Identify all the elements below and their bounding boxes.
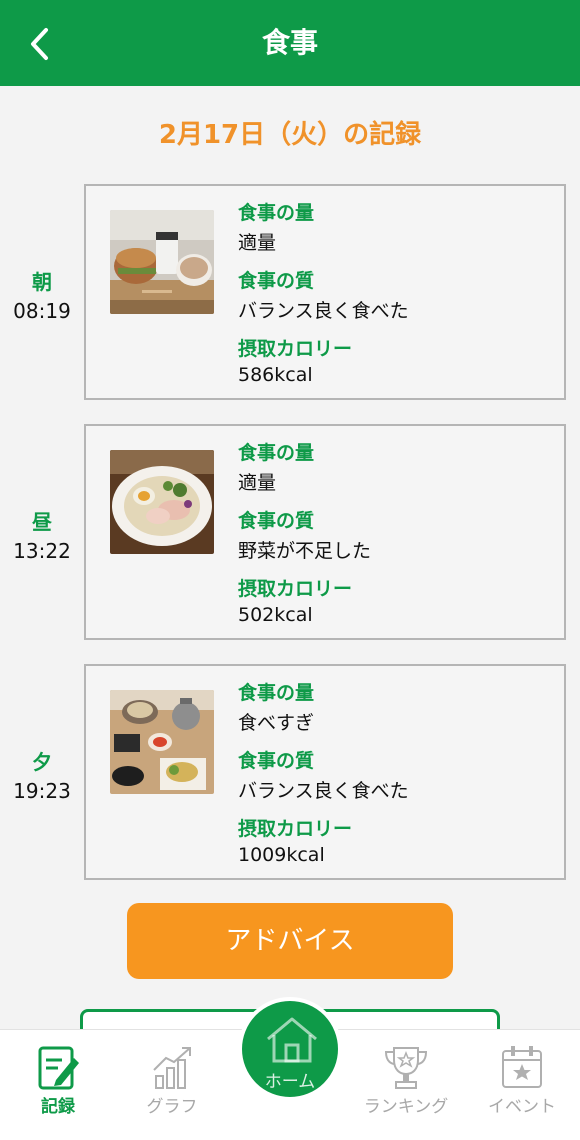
advice-button[interactable]: アドバイス bbox=[127, 903, 453, 979]
quality-value: 野菜が不足した bbox=[238, 540, 372, 562]
date-title: 2月17日（火）の記録 bbox=[158, 120, 422, 150]
meal-card[interactable]: 食事の量 適量 食事の質 野菜が不足した 摂取カロリー 502kcal bbox=[84, 424, 566, 640]
nav-label-home: ホーム bbox=[264, 1072, 316, 1092]
quality-label: 食事の質 bbox=[238, 750, 315, 772]
nav-item-graph[interactable]: グラフ bbox=[122, 1030, 222, 1140]
calendar-icon bbox=[502, 1046, 542, 1088]
nav-label-ranking: ランキング bbox=[363, 1097, 449, 1117]
meal-card[interactable]: 食事の量 適量 食事の質 バランス良く食べた 摂取カロリー 586kcal bbox=[84, 184, 566, 400]
amount-label: 食事の量 bbox=[238, 682, 315, 704]
nav-item-ranking[interactable]: ランキング bbox=[356, 1030, 456, 1140]
meal-time: 昼 13:22 bbox=[0, 506, 84, 563]
nav-label-event: イベント bbox=[488, 1097, 556, 1117]
calorie-value: 502kcal bbox=[238, 604, 313, 626]
meal-entry-dinner: 夕 19:23 食事の量 食べすぎ 食事の質 バランス良く食べた 摂取カロリー … bbox=[0, 664, 580, 880]
meal-time: 夕 19:23 bbox=[0, 746, 84, 803]
nav-item-event[interactable]: イベント bbox=[472, 1030, 572, 1140]
amount-value: 食べすぎ bbox=[238, 712, 315, 734]
meal-time: 朝 08:19 bbox=[0, 266, 84, 323]
meal-card[interactable]: 食事の量 食べすぎ 食事の質 バランス良く食べた 摂取カロリー 1009kcal bbox=[84, 664, 566, 880]
amount-label: 食事の量 bbox=[238, 442, 315, 464]
meal-clock: 08:19 bbox=[13, 299, 71, 323]
nav-item-home[interactable]: ホーム bbox=[238, 997, 342, 1101]
home-icon bbox=[267, 1017, 317, 1063]
calorie-label: 摂取カロリー bbox=[238, 818, 353, 840]
app-header: 食事 bbox=[0, 0, 580, 86]
meal-label: 夕 bbox=[32, 750, 52, 774]
calorie-label: 摂取カロリー bbox=[238, 338, 353, 360]
amount-value: 適量 bbox=[238, 472, 277, 494]
quality-value: バランス良く食べた bbox=[238, 780, 409, 802]
record-icon bbox=[38, 1046, 79, 1090]
meal-photo bbox=[110, 210, 214, 314]
trophy-icon bbox=[384, 1047, 428, 1089]
quality-label: 食事の質 bbox=[238, 270, 315, 292]
meal-label: 昼 bbox=[32, 510, 52, 534]
meal-photo bbox=[110, 450, 214, 554]
graph-icon bbox=[153, 1047, 191, 1089]
amount-label: 食事の量 bbox=[238, 202, 315, 224]
quality-value: バランス良く食べた bbox=[238, 300, 409, 322]
meal-entry-breakfast: 朝 08:19 食事の量 適量 食事の質 バランス良く食べた 摂取カロリー 58… bbox=[0, 184, 580, 400]
nav-label-record: 記録 bbox=[41, 1097, 75, 1117]
amount-value: 適量 bbox=[238, 232, 277, 254]
page-title: 食事 bbox=[261, 26, 318, 59]
nav-item-record[interactable]: 記録 bbox=[8, 1030, 108, 1140]
meal-photo bbox=[110, 690, 214, 794]
meal-label: 朝 bbox=[32, 270, 52, 294]
calorie-value: 586kcal bbox=[238, 364, 313, 386]
meal-entry-lunch: 昼 13:22 食事の量 適量 食事の質 野菜が不足した 摂取カロリー 502k… bbox=[0, 424, 580, 640]
calorie-value: 1009kcal bbox=[238, 844, 325, 866]
quality-label: 食事の質 bbox=[238, 510, 315, 532]
meal-clock: 19:23 bbox=[13, 779, 71, 803]
meal-clock: 13:22 bbox=[13, 539, 71, 563]
nav-label-graph: グラフ bbox=[146, 1097, 198, 1117]
calorie-label: 摂取カロリー bbox=[238, 578, 353, 600]
